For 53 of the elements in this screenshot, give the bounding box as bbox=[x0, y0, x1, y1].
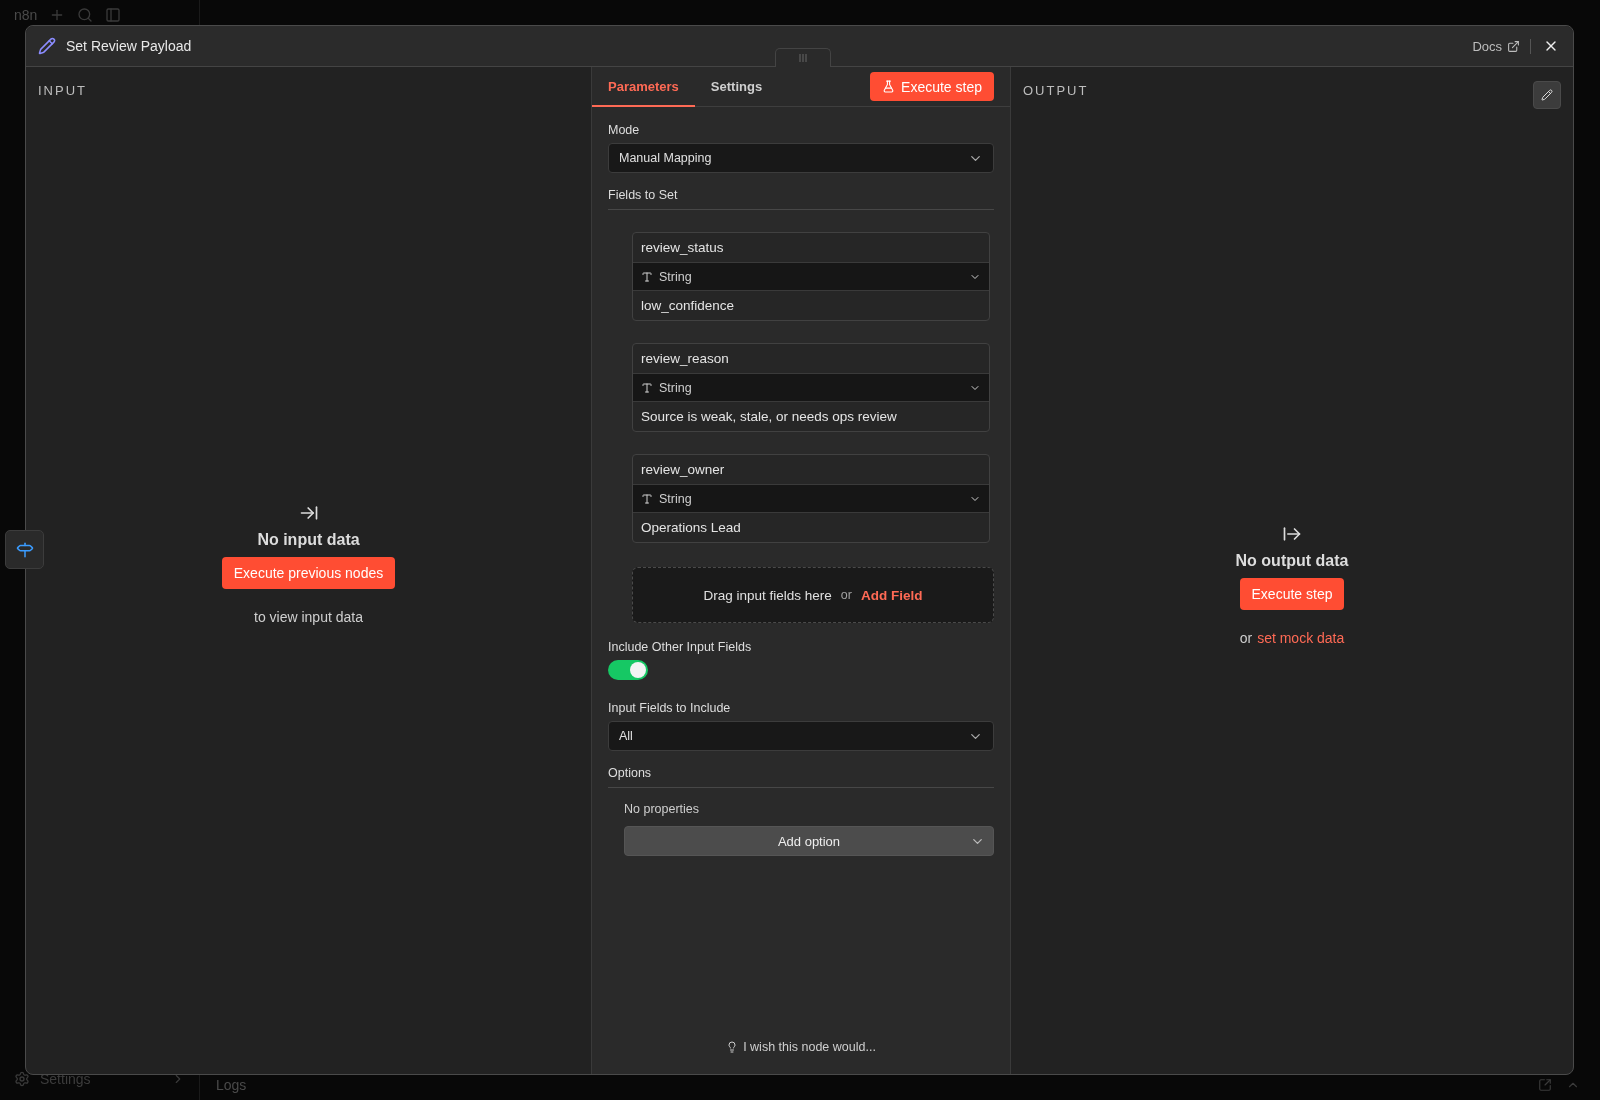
search-icon[interactable] bbox=[77, 7, 94, 23]
output-heading: OUTPUT bbox=[1023, 83, 1089, 98]
drop-zone[interactable]: Drag input fields here or Add Field bbox=[632, 567, 994, 623]
include-toggle[interactable] bbox=[608, 660, 648, 680]
pop-out-icon[interactable] bbox=[1538, 1078, 1552, 1092]
field-name-input[interactable]: review_reason bbox=[633, 344, 989, 373]
empty-title: No output data bbox=[1235, 551, 1349, 570]
flask-icon bbox=[882, 80, 896, 93]
lightbulb-icon bbox=[726, 1041, 739, 1053]
drop-zone-text: Drag input fields here bbox=[703, 587, 832, 603]
field-label: Input Fields to Include bbox=[608, 701, 732, 715]
mode-select[interactable]: Manual Mapping bbox=[608, 143, 994, 173]
external-link-icon bbox=[1507, 39, 1520, 53]
field-value-input[interactable]: low_confidence bbox=[633, 291, 989, 320]
edit-button[interactable] bbox=[1533, 81, 1561, 109]
text-type-icon bbox=[641, 270, 653, 283]
text-type-icon bbox=[641, 492, 653, 505]
field-name-input[interactable]: review_status bbox=[633, 233, 989, 262]
feedback-link[interactable]: I wish this node would... bbox=[608, 1028, 994, 1074]
tab[interactable]: Parameters bbox=[592, 67, 695, 107]
empty-hint: to view input data bbox=[254, 609, 363, 625]
hint-text: or bbox=[1239, 629, 1253, 646]
text-type-icon bbox=[641, 381, 653, 394]
set-mock-data-link[interactable]: set mock data bbox=[1257, 629, 1345, 646]
include-select[interactable]: All bbox=[608, 721, 994, 751]
add-option-button[interactable]: Add option bbox=[624, 826, 994, 856]
arrow-to-line-icon bbox=[298, 503, 319, 523]
input-heading: INPUT bbox=[38, 83, 87, 98]
pencil-icon bbox=[38, 37, 56, 55]
field-label: Mode bbox=[608, 123, 641, 137]
settings-icon bbox=[14, 1071, 30, 1087]
docs-link[interactable]: Docs bbox=[1472, 38, 1531, 54]
sidebar-toggle-icon[interactable] bbox=[105, 7, 122, 23]
field-label: Include Other Input Fields bbox=[608, 640, 753, 654]
add-field-link[interactable]: Add Field bbox=[860, 587, 923, 603]
section-title: Options bbox=[608, 766, 652, 780]
type-select[interactable]: String bbox=[633, 373, 989, 402]
empty-title: No input data bbox=[257, 531, 360, 549]
drag-handle[interactable] bbox=[775, 48, 831, 67]
signpost-icon bbox=[15, 540, 34, 559]
pencil-icon bbox=[1541, 89, 1553, 101]
type-select[interactable]: String bbox=[633, 484, 989, 513]
no-properties-text: No properties bbox=[624, 802, 701, 816]
field-name-input[interactable]: review_owner bbox=[633, 455, 989, 484]
app-logo: n8n bbox=[14, 7, 38, 23]
field-value-input[interactable]: Source is weak, stale, or needs ops review bbox=[633, 402, 989, 431]
signpost-button[interactable] bbox=[5, 530, 44, 569]
section-title: Fields to Set bbox=[608, 188, 678, 202]
modal-title: Set Review Payload bbox=[66, 38, 193, 54]
or-text: or bbox=[840, 588, 852, 602]
tab[interactable]: Settings bbox=[694, 67, 779, 107]
field-value-input[interactable]: Operations Lead bbox=[633, 513, 989, 542]
type-select[interactable]: String bbox=[633, 262, 989, 291]
